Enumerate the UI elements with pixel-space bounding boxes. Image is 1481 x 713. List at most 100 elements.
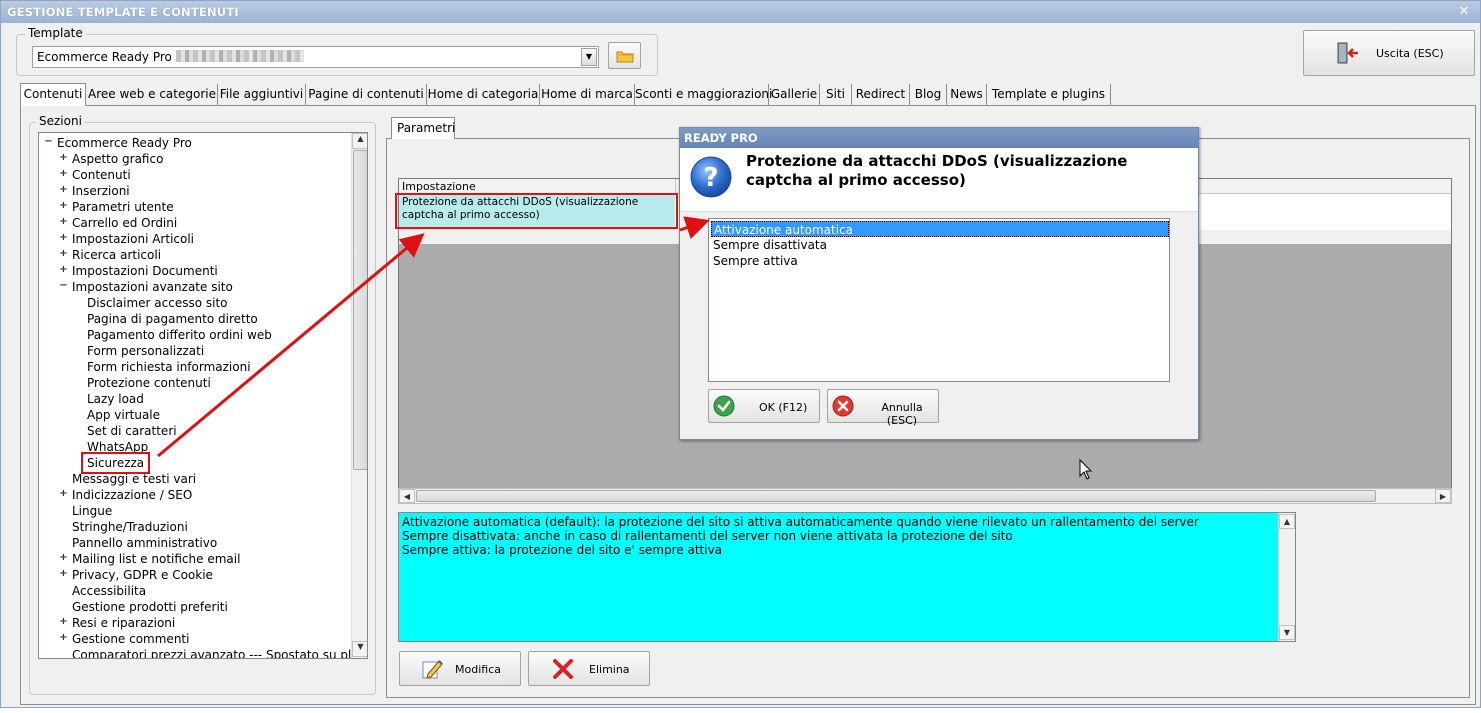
- tab-siti[interactable]: Siti: [820, 84, 852, 106]
- tree-item-label: Impostazioni Documenti: [72, 264, 218, 278]
- tree-vertical-scrollbar[interactable]: ▲ ▼: [351, 133, 367, 658]
- tree-item[interactable]: + Inserzioni: [59, 183, 129, 199]
- expand-icon[interactable]: +: [59, 201, 68, 211]
- tree-item-label: Parametri utente: [72, 200, 174, 214]
- tab-pagine-contenuti[interactable]: Pagine di contenuti: [306, 84, 427, 106]
- option-sempre-attiva[interactable]: Sempre attiva: [711, 253, 1169, 269]
- tab-file-aggiuntivi[interactable]: File aggiuntivi: [218, 84, 306, 106]
- tab-redirect[interactable]: Redirect: [852, 84, 910, 106]
- modify-button[interactable]: Modifica: [399, 651, 521, 686]
- chevron-down-icon[interactable]: ▼: [581, 48, 597, 66]
- tree-item[interactable]: + Ricerca articoli: [59, 247, 161, 263]
- tree-item-label: WhatsApp: [87, 440, 149, 454]
- scroll-right-icon[interactable]: ▶: [1435, 489, 1451, 503]
- tree-item[interactable]: Lazy load: [87, 391, 144, 407]
- scroll-down-icon[interactable]: ▼: [352, 641, 367, 657]
- tree-item[interactable]: Set di caratteri: [87, 423, 177, 439]
- tree-item[interactable]: + Contenuti: [59, 167, 130, 183]
- template-combo[interactable]: Ecommerce Ready Pro ▼: [32, 46, 599, 68]
- scroll-down-icon[interactable]: ▼: [1279, 625, 1295, 640]
- expand-icon[interactable]: +: [59, 553, 68, 563]
- tree-item[interactable]: Pannello amministrativo: [72, 535, 217, 551]
- open-template-button[interactable]: [608, 42, 641, 69]
- expand-icon[interactable]: +: [59, 169, 68, 179]
- tree-item[interactable]: Form personalizzati: [87, 343, 204, 359]
- tree-item[interactable]: + Impostazioni Documenti: [59, 263, 218, 279]
- tree-item[interactable]: Disclaimer accesso sito: [87, 295, 228, 311]
- tree-item[interactable]: Pagamento differito ordini web: [87, 327, 272, 343]
- grid-col-impostazione[interactable]: Impostazione: [402, 180, 476, 193]
- tree-item[interactable]: − Impostazioni avanzate sito: [59, 279, 233, 295]
- tree-item[interactable]: App virtuale: [87, 407, 160, 423]
- expand-icon[interactable]: +: [59, 489, 68, 499]
- tree-item-label: Set di caratteri: [87, 424, 177, 438]
- tree-item-label: Indicizzazione / SEO: [72, 488, 193, 502]
- tab-home-categoria[interactable]: Home di categoria: [427, 84, 540, 106]
- expand-icon[interactable]: +: [59, 233, 68, 243]
- grid-horizontal-scrollbar[interactable]: ◀ ▶: [398, 488, 1452, 504]
- redacted-text: [175, 50, 304, 62]
- tree-item[interactable]: Form richiesta informazioni: [87, 359, 251, 375]
- grid-hscroll-thumb[interactable]: [416, 490, 1376, 502]
- tree-item[interactable]: Stringhe/Traduzioni: [72, 519, 188, 535]
- tab-contenuti[interactable]: Contenuti: [20, 83, 86, 106]
- template-group-label: Template: [25, 26, 86, 40]
- scroll-up-icon[interactable]: ▲: [352, 133, 367, 149]
- close-icon[interactable]: ✕: [1456, 4, 1472, 20]
- description-scrollbar[interactable]: ▲ ▼: [1278, 513, 1295, 641]
- option-sempre-disattivata[interactable]: Sempre disattivata: [711, 237, 1169, 253]
- collapse-icon[interactable]: −: [44, 137, 53, 147]
- tree-item[interactable]: + Resi e riparazioni: [59, 615, 175, 631]
- tab-blog[interactable]: Blog: [910, 84, 947, 106]
- ok-button[interactable]: OK (F12): [708, 389, 820, 423]
- tree-item[interactable]: + Indicizzazione / SEO: [59, 487, 193, 503]
- tree-item[interactable]: Comparatori prezzi avanzato --- Spostato…: [72, 647, 367, 658]
- tree-scroll-thumb[interactable]: [353, 150, 367, 470]
- expand-icon[interactable]: +: [59, 249, 68, 259]
- expand-icon[interactable]: +: [59, 617, 68, 627]
- expand-icon[interactable]: +: [59, 153, 68, 163]
- tree-item[interactable]: − Ecommerce Ready Pro: [44, 135, 192, 151]
- tab-sconti[interactable]: Sconti e maggiorazioni: [635, 84, 772, 106]
- sections-tree[interactable]: − Ecommerce Ready Pro + Aspetto grafico + Con…: [38, 132, 368, 659]
- sections-group-label: Sezioni: [36, 114, 85, 128]
- tree-item[interactable]: + Impostazioni Articoli: [59, 231, 194, 247]
- tab-gallerie[interactable]: Gallerie: [769, 84, 820, 106]
- tab-news[interactable]: News: [947, 84, 987, 106]
- tree-item[interactable]: Gestione prodotti preferiti: [72, 599, 228, 615]
- tree-item[interactable]: + Mailing list e notifiche email: [59, 551, 240, 567]
- expand-icon[interactable]: +: [59, 265, 68, 275]
- exit-button[interactable]: Uscita (ESC): [1303, 30, 1475, 76]
- tree-item[interactable]: Messaggi e testi vari: [72, 471, 196, 487]
- tree-item[interactable]: + Aspetto grafico: [59, 151, 163, 167]
- collapse-icon[interactable]: −: [59, 281, 68, 291]
- expand-icon[interactable]: +: [59, 633, 68, 643]
- delete-button[interactable]: Elimina: [528, 651, 650, 686]
- tree-item[interactable]: Pagina di pagamento diretto: [87, 311, 258, 327]
- tree-item[interactable]: Protezione contenuti: [87, 375, 211, 391]
- tab-parametri[interactable]: Parametri: [391, 117, 455, 139]
- dialog-header: ? Protezione da attacchi DDoS (visualizz…: [680, 148, 1198, 212]
- tree-item[interactable]: + Gestione commenti: [59, 631, 189, 647]
- option-attivazione-automatica[interactable]: Attivazione automatica: [711, 221, 1169, 237]
- expand-icon[interactable]: +: [59, 569, 68, 579]
- cancel-button[interactable]: Annulla (ESC): [827, 389, 939, 427]
- tab-template-plugins[interactable]: Template e plugins: [987, 84, 1111, 106]
- tab-home-marca[interactable]: Home di marca: [540, 84, 635, 106]
- description-line-3: Sempre attiva: la protezione del sito e'…: [402, 543, 723, 557]
- expand-icon[interactable]: +: [59, 217, 68, 227]
- tree-item[interactable]: + Parametri utente: [59, 199, 174, 215]
- tree-item-label: Pagamento differito ordini web: [87, 328, 272, 342]
- tree-item[interactable]: Sicurezza: [80, 452, 151, 474]
- tree-item[interactable]: Accessibilita: [72, 583, 146, 599]
- scroll-left-icon[interactable]: ◀: [399, 489, 415, 503]
- tree-item[interactable]: + Privacy, GDPR e Cookie: [59, 567, 213, 583]
- tree-item[interactable]: WhatsApp: [87, 439, 148, 455]
- expand-icon[interactable]: +: [59, 185, 68, 195]
- tab-aree-web[interactable]: Aree web e categorie: [87, 84, 218, 106]
- options-listbox[interactable]: Attivazione automatica Sempre disattivat…: [708, 218, 1170, 382]
- scroll-up-icon[interactable]: ▲: [1279, 514, 1295, 529]
- tree-item[interactable]: Lingue: [72, 503, 112, 519]
- tree-item[interactable]: + Carrello ed Ordini: [59, 215, 177, 231]
- tree-item-label: Privacy, GDPR e Cookie: [72, 568, 213, 582]
